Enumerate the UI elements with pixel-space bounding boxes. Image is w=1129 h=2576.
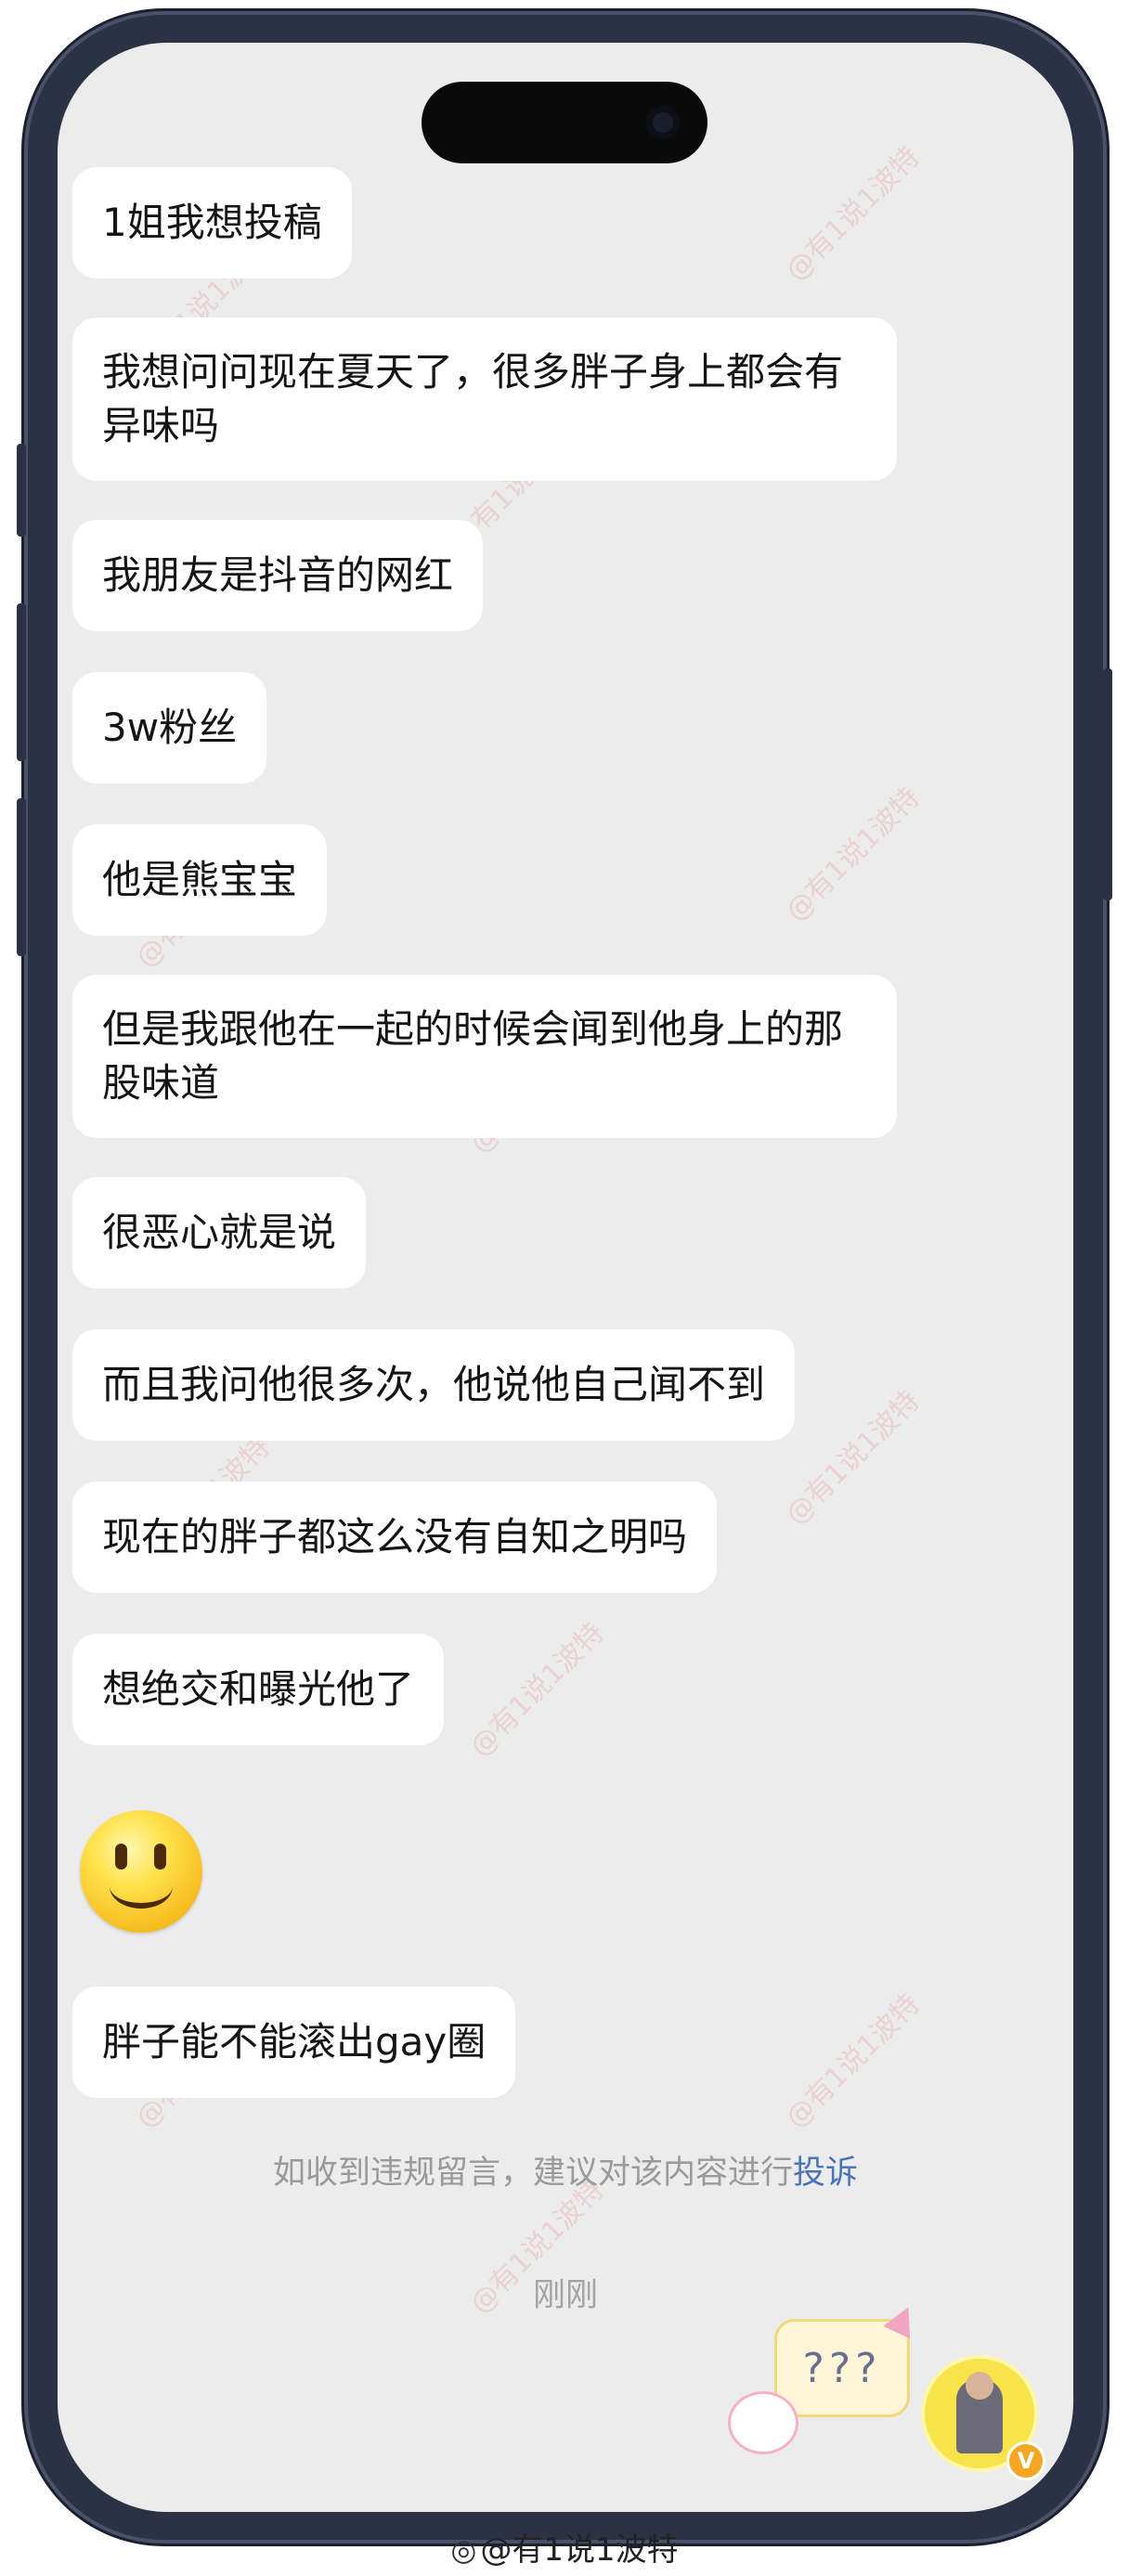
message-text: 我想问问现在夏天了，很多胖子身上都会有异味吗 (102, 349, 844, 448)
weibo-icon: ◎ (450, 2532, 477, 2568)
message-bubble[interactable]: 3w粉丝 (72, 672, 267, 783)
dynamic-island (422, 82, 707, 163)
watermark: @有1说1波特 (779, 140, 927, 288)
avatar-head (966, 2372, 993, 2400)
message-text: 很恶心就是说 (102, 1210, 337, 1255)
smiley-emoji-icon[interactable] (80, 1810, 202, 1933)
message-text: 想绝交和曝光他了 (102, 1666, 415, 1712)
report-link[interactable]: 投诉 (793, 2155, 858, 2192)
message-bubble[interactable]: 但是我跟他在一起的时候会闻到他身上的那股味道 (72, 975, 897, 1138)
message-text: 3w粉丝 (102, 705, 238, 750)
side-button-volume-up (17, 603, 26, 761)
message-text: 我朋友是抖音的网红 (102, 552, 454, 598)
bunny-icon (728, 2391, 798, 2454)
question-bubble: ??? (774, 2319, 910, 2417)
message-bubble[interactable]: 胖子能不能滚出gay圈 (72, 1987, 516, 2098)
verified-badge-icon: V (1006, 2441, 1045, 2480)
message-bubble[interactable]: 想绝交和曝光他了 (72, 1634, 445, 1745)
emoji-mouth (110, 1864, 173, 1909)
message-text: 而且我问他很多次，他说他自己闻不到 (102, 1362, 766, 1407)
message-bubble[interactable]: 1姐我想投稿 (72, 167, 352, 278)
message-bubble[interactable]: 而且我问他很多次，他说他自己闻不到 (72, 1329, 796, 1441)
side-button-volume-down (17, 798, 26, 956)
message-text: 但是我跟他在一起的时候会闻到他身上的那股味道 (102, 1006, 844, 1106)
timestamp: 刚刚 (532, 2277, 598, 2314)
message-bubble[interactable]: 我朋友是抖音的网红 (72, 520, 484, 631)
message-text: 他是熊宝宝 (102, 857, 298, 902)
message-text: 胖子能不能滚出gay圈 (102, 2019, 487, 2065)
message-bubble[interactable]: 他是熊宝宝 (72, 824, 328, 936)
chat-screen: @有1说1波特 @有1说1波特 @有1说1波特 @有1说1波特 @有1说1波特 … (58, 43, 1073, 2512)
side-button-action (17, 444, 26, 537)
watermark: @有1说1波特 (779, 1384, 927, 1532)
message-bubble[interactable]: 我想问问现在夏天了，很多胖子身上都会有异味吗 (72, 317, 897, 481)
watermark: @有1说1波特 (463, 1616, 611, 1764)
side-button-power (1103, 668, 1112, 900)
message-text: 1姐我想投稿 (102, 200, 322, 245)
weibo-credit: ◎ @有1说1波特 (0, 2529, 1129, 2571)
camera-icon (646, 106, 680, 139)
sticker-question[interactable]: ??? (728, 2300, 922, 2467)
message-bubble[interactable]: 现在的胖子都这么没有自知之明吗 (72, 1482, 718, 1593)
notice-text: 如收到违规留言，建议对该内容进行 (272, 2155, 793, 2192)
message-bubble[interactable]: 很恶心就是说 (72, 1177, 367, 1288)
watermark: @有1说1波特 (779, 781, 927, 928)
watermark: @有1说1波特 (779, 1987, 927, 2135)
violation-notice: 如收到违规留言，建议对该内容进行投诉 (58, 2146, 1073, 2194)
credit-text: @有1说1波特 (480, 2531, 679, 2569)
message-text: 现在的胖子都这么没有自知之明吗 (102, 1514, 688, 1560)
